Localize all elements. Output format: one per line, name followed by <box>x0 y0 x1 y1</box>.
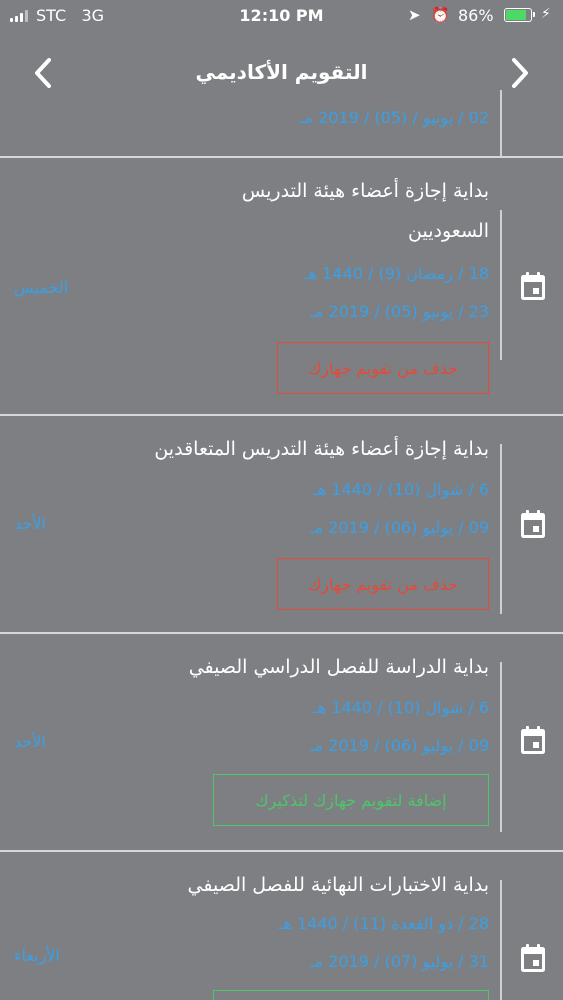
event-separator <box>0 156 563 158</box>
event-separator <box>0 632 563 634</box>
event-day: الأحد <box>14 732 46 751</box>
calendar-icon[interactable] <box>519 942 547 974</box>
event-separator <box>0 850 563 852</box>
charging-bolt-icon: ⚡ <box>541 6 551 22</box>
battery-level-fill <box>506 10 526 20</box>
event-day: الأحد <box>14 514 46 533</box>
event-day: الأربعاء <box>14 946 60 965</box>
event-gregorian-date: 23 / يونيو (05) / 2019 مـ <box>310 302 489 321</box>
event-gregorian-date: 09 / يوليو (06) / 2019 مـ <box>309 736 489 755</box>
remove-from-calendar-button[interactable]: حذف من تقويم جهازك <box>277 558 489 610</box>
event-title-line: بداية الدراسة للفصل الدراسي الصيفي <box>188 656 489 678</box>
event-title-line: السعوديين <box>408 220 489 242</box>
event-separator <box>0 414 563 416</box>
timeline-line <box>500 880 502 1000</box>
timeline-line <box>500 444 502 614</box>
page-title: التقويم الأكاديمي <box>195 60 368 84</box>
events-list[interactable]: 02 / يونيو / (05) / 2019 مـ بداية إجازة … <box>0 0 563 1000</box>
event-gregorian-date: 31 / يوليو (07) / 2019 مـ <box>309 952 489 971</box>
battery-icon <box>504 8 535 22</box>
event-gregorian-date: 09 / يوليو (06) / 2019 مـ <box>309 518 489 537</box>
calendar-icon[interactable] <box>519 508 547 540</box>
event-hijri-date: 6 / شوال (10) / 1440 هـ <box>313 480 489 499</box>
battery-percentage: 86% <box>458 6 494 25</box>
chevron-right-icon[interactable] <box>505 54 535 92</box>
event-title-line: بداية إجازة أعضاء هيئة التدريس <box>241 180 489 202</box>
timeline-line <box>500 662 502 832</box>
add-to-calendar-button[interactable]: إضافة لتقويم جهازك لتذكيرك <box>213 774 489 826</box>
status-bar: STC 3G 12:10 PM ➤ ⏰ 86% ⚡ <box>0 0 563 34</box>
calendar-icon[interactable] <box>519 724 547 756</box>
event-day: الخميس <box>14 278 69 297</box>
event-hijri-date: 18 / رمضان (9) / 1440 هـ <box>304 264 489 283</box>
calendar-icon[interactable] <box>519 270 547 302</box>
event-hijri-date: 28 / ذو القعدة (11) / 1440 هـ <box>278 914 489 933</box>
remove-from-calendar-button[interactable]: حذف من تقويم جهازك <box>277 342 489 394</box>
event-title-line: بداية الاختبارات النهائية للفصل الصيفي <box>187 874 489 896</box>
event-hijri-date: 6 / شوال (10) / 1440 هـ <box>313 698 489 717</box>
status-right-icons: ➤ ⏰ <box>408 6 450 24</box>
timeline-line <box>500 210 502 360</box>
add-to-calendar-button[interactable] <box>213 990 489 1000</box>
alarm-icon: ⏰ <box>431 6 451 24</box>
navigation-bar: التقويم الأكاديمي <box>0 34 563 114</box>
location-arrow-icon: ➤ <box>408 6 421 24</box>
event-title-line: بداية إجازة أعضاء هيئة التدريس المتعاقدي… <box>154 438 489 460</box>
